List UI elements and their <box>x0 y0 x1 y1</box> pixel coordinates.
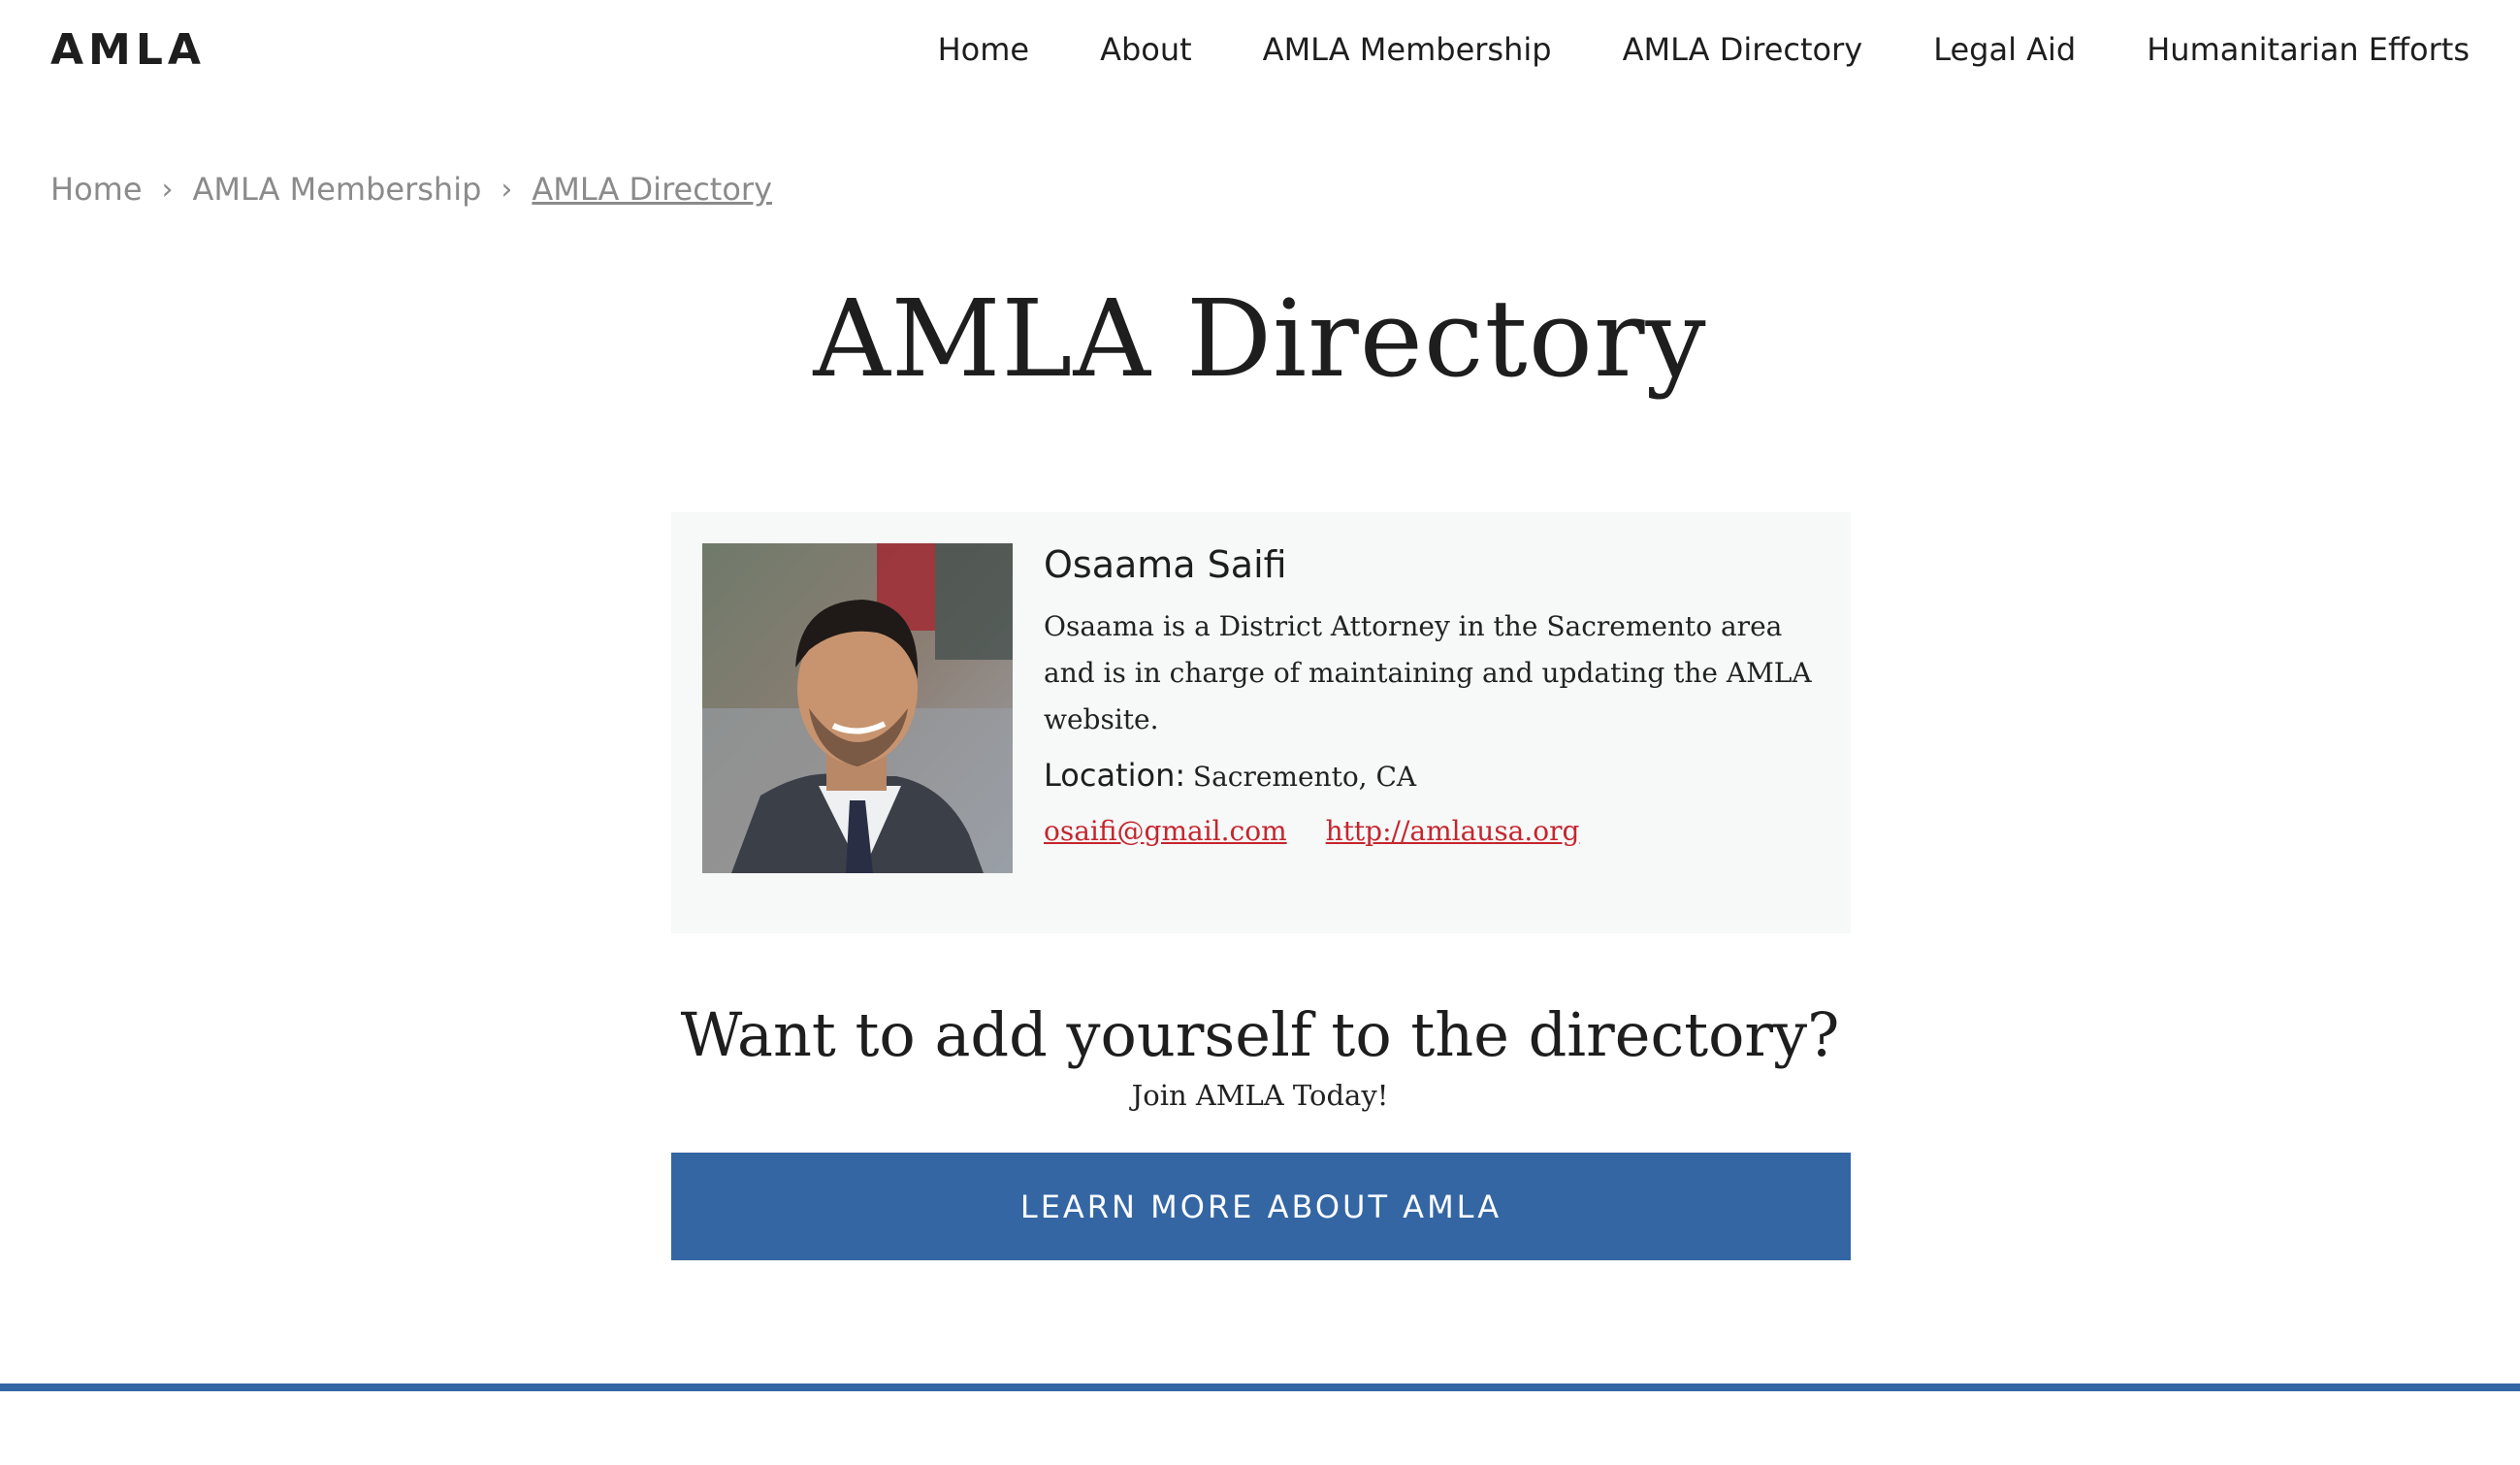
member-links: osaifi@gmail.com http://amlausa.org <box>1044 815 1820 847</box>
footer-divider <box>0 1384 2520 1391</box>
member-card: Osaama Saifi Osaama is a District Attorn… <box>671 512 1851 933</box>
breadcrumb-directory[interactable]: AMLA Directory <box>532 171 772 208</box>
site-header: AMLA Home About AMLA Membership AMLA Dir… <box>0 0 2520 107</box>
nav-item-about[interactable]: About <box>1100 31 1192 68</box>
nav-item-directory[interactable]: AMLA Directory <box>1623 31 1863 68</box>
location-label: Location: <box>1044 757 1186 794</box>
member-location: Location: Sacremento, CA <box>1044 757 1820 794</box>
member-details: Osaama Saifi Osaama is a District Attorn… <box>1044 543 1820 847</box>
member-email-link[interactable]: osaifi@gmail.com <box>1044 815 1287 847</box>
cta-heading: Want to add yourself to the directory? <box>680 999 1840 1070</box>
nav-item-legal-aid[interactable]: Legal Aid <box>1933 31 2076 68</box>
chevron-right-icon: › <box>501 172 513 207</box>
cta-subtext: Join AMLA Today! <box>1131 1079 1389 1112</box>
chevron-right-icon: › <box>161 172 174 207</box>
nav-item-humanitarian-efforts[interactable]: Humanitarian Efforts <box>2147 31 2470 68</box>
member-bio: Osaama is a District Attorney in the Sac… <box>1044 610 1812 735</box>
learn-more-button[interactable]: LEARN MORE ABOUT AMLA <box>671 1153 1851 1260</box>
member-photo <box>702 543 1013 873</box>
nav-item-home[interactable]: Home <box>938 31 1030 68</box>
member-website-link[interactable]: http://amlausa.org <box>1326 815 1580 847</box>
location-value: Sacremento, CA <box>1192 761 1417 793</box>
breadcrumb-home[interactable]: Home <box>50 171 143 208</box>
site-logo[interactable]: AMLA <box>50 25 206 75</box>
member-name: Osaama Saifi <box>1044 543 1287 586</box>
nav-item-membership[interactable]: AMLA Membership <box>1263 31 1552 68</box>
breadcrumb-membership[interactable]: AMLA Membership <box>193 171 482 208</box>
breadcrumb: Home › AMLA Membership › AMLA Directory <box>50 171 772 208</box>
main-nav: Home About AMLA Membership AMLA Director… <box>938 31 2470 68</box>
page-title: AMLA Directory <box>813 277 1707 401</box>
